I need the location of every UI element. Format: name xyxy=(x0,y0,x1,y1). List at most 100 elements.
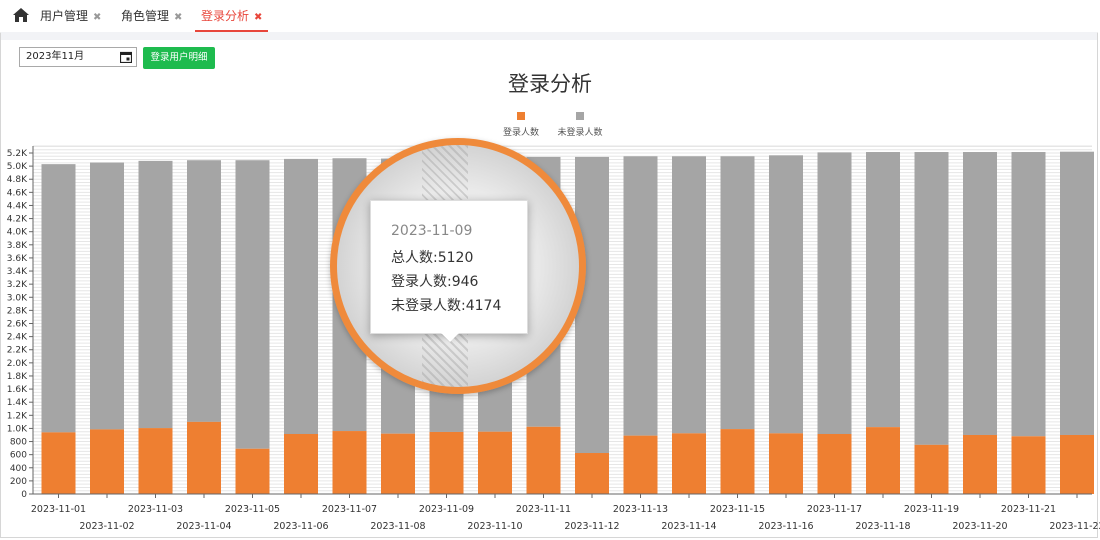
bar-login xyxy=(817,433,852,494)
y-tick-label: 1.4K xyxy=(7,398,28,408)
bar-login xyxy=(1011,436,1046,494)
tooltip-date: 2023-11-09 xyxy=(391,223,473,239)
x-tick-label: 2023-11-04 xyxy=(176,521,231,532)
y-axis: 0 200 400 600 800 1.0K 1.2K 1.4K 1.6K 1.8K 2.0K 2.2… xyxy=(7,146,34,500)
bar-not-login xyxy=(623,156,658,436)
bar-login xyxy=(235,448,270,494)
y-tick-label: 4.8K xyxy=(7,175,28,185)
bar-not-login xyxy=(284,158,318,434)
y-tick-label: 1.6K xyxy=(7,385,28,395)
y-tick-label: 0 xyxy=(21,490,27,500)
bar-login xyxy=(963,434,997,494)
x-tick-label: 2023-11-21 xyxy=(1001,504,1056,515)
bar-login xyxy=(429,431,464,494)
bar-login xyxy=(1060,434,1094,494)
x-tick-label: 2023-11-19 xyxy=(904,504,959,515)
bar-not-login xyxy=(720,156,755,430)
y-tick-label: 5.2K xyxy=(7,149,28,159)
bar-login xyxy=(575,453,609,494)
y-tick-label: 400 xyxy=(10,464,27,474)
x-tick-label: 2023-11-20 xyxy=(952,521,1007,532)
x-tick-label: 2023-11-18 xyxy=(855,521,910,532)
bar-not-login xyxy=(187,160,221,422)
bar-login xyxy=(478,431,512,494)
y-tick-label: 1.2K xyxy=(7,411,28,421)
x-axis: 2023-11-01 2023-11-02 2023-11-03 2023-11-04… xyxy=(31,493,1100,532)
bar-not-login xyxy=(138,160,173,429)
x-tick-label: 2023-11-12 xyxy=(564,521,619,532)
x-tick-label: 2023-11-07 xyxy=(322,504,377,515)
y-tick-label: 4.0K xyxy=(7,228,28,238)
legend-label: 登录人数 xyxy=(503,126,539,138)
tooltip-login: 登录人数:946 xyxy=(391,274,479,290)
y-tick-label: 600 xyxy=(10,451,27,461)
x-tick-label: 2023-11-15 xyxy=(710,504,765,515)
x-tick-label: 2023-11-08 xyxy=(370,521,425,532)
y-tick-label: 3.0K xyxy=(7,293,28,303)
y-tick-label: 3.8K xyxy=(7,241,28,251)
x-tick-label: 2023-11-22 xyxy=(1049,521,1100,532)
bar-not-login xyxy=(963,152,997,435)
y-tick-label: 3.2K xyxy=(7,280,28,290)
bar-login xyxy=(914,444,949,494)
x-tick-label: 2023-11-05 xyxy=(225,504,280,515)
y-tick-label: 2.6K xyxy=(7,320,28,330)
y-tick-label: 4.6K xyxy=(7,188,28,198)
y-tick-label: 4.4K xyxy=(7,201,28,211)
bar-login xyxy=(623,435,658,494)
bar-login xyxy=(41,432,76,494)
legend-swatch xyxy=(576,112,584,120)
y-tick-label: 800 xyxy=(10,438,27,448)
bar-not-login xyxy=(672,156,706,434)
bar-login xyxy=(332,431,367,494)
y-tick-label: 1.0K xyxy=(7,424,28,434)
x-tick-label: 2023-11-02 xyxy=(79,521,134,532)
bar-login xyxy=(720,429,755,494)
y-tick-label: 3.6K xyxy=(7,254,28,264)
bar-not-login xyxy=(866,152,900,428)
bar-login xyxy=(187,421,221,494)
x-tick-label: 2023-11-14 xyxy=(661,521,716,532)
tooltip-not-login: 未登录人数:4174 xyxy=(391,298,502,314)
x-tick-label: 2023-11-09 xyxy=(419,504,474,515)
bar-login xyxy=(284,433,318,494)
bar-login xyxy=(138,428,173,494)
bar-not-login xyxy=(1011,152,1046,437)
x-tick-label: 2023-11-17 xyxy=(807,504,862,515)
bar-login xyxy=(526,426,561,494)
bar-login xyxy=(672,433,706,494)
y-tick-label: 2.4K xyxy=(7,333,28,343)
bar-not-login xyxy=(90,162,124,430)
bar-not-login xyxy=(41,164,76,433)
legend: 登录人数 未登录人数 xyxy=(503,112,603,138)
bar-not-login xyxy=(235,160,270,449)
x-tick-label: 2023-11-06 xyxy=(273,521,328,532)
bar-not-login xyxy=(769,155,803,434)
bar-not-login xyxy=(1060,151,1094,435)
x-tick-label: 2023-11-13 xyxy=(613,504,668,515)
tooltip-total: 总人数:5120 xyxy=(391,250,474,266)
y-tick-label: 5.0K xyxy=(7,162,28,172)
x-tick-label: 2023-11-16 xyxy=(758,521,813,532)
legend-swatch xyxy=(517,112,525,120)
legend-label: 未登录人数 xyxy=(557,126,602,138)
x-tick-label: 2023-11-11 xyxy=(516,504,571,515)
bar-not-login xyxy=(575,156,609,454)
y-tick-label: 2.8K xyxy=(7,306,28,316)
x-tick-label: 2023-11-03 xyxy=(128,504,183,515)
bar-login xyxy=(769,433,803,494)
y-tick-label: 4.2K xyxy=(7,215,28,225)
y-tick-label: 3.4K xyxy=(7,267,28,277)
bar-not-login xyxy=(817,152,852,434)
bar-login xyxy=(381,433,415,494)
chart-tooltip: 2023-11-09 总人数:5120 登录人数:946 未登录人数:4174 xyxy=(370,200,528,342)
y-tick-label: 200 xyxy=(10,477,27,487)
y-tick-label: 2.0K xyxy=(7,359,28,369)
bar-login xyxy=(866,427,900,494)
y-tick-label: 1.8K xyxy=(7,372,28,382)
x-tick-label: 2023-11-01 xyxy=(31,504,86,515)
x-tick-label: 2023-11-10 xyxy=(467,521,522,532)
bar-login xyxy=(90,429,124,494)
bar-not-login xyxy=(914,152,949,445)
y-tick-label: 2.2K xyxy=(7,346,28,356)
